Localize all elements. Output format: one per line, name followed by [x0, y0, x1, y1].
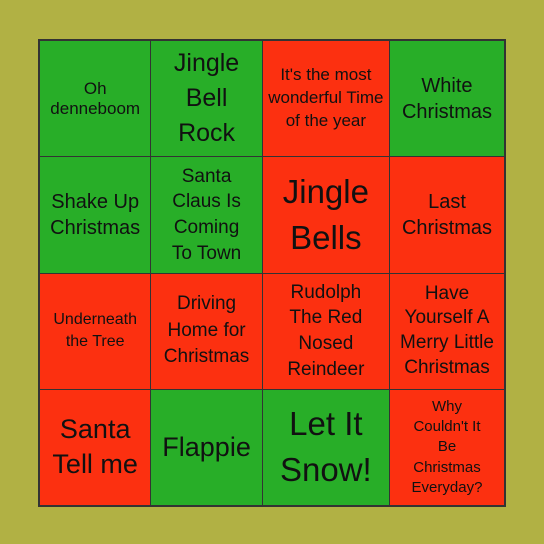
bingo-cell[interactable]: Last Christmas — [389, 157, 504, 273]
bingo-cell[interactable]: Jingle Bell Rock — [151, 41, 262, 157]
bingo-cell[interactable]: Rudolph The Red Nosed Reindeer — [262, 273, 389, 389]
bingo-cell[interactable]: Have Yourself A Merry Little Christmas — [389, 273, 504, 389]
bingo-cell[interactable]: Why Couldn't It Be Christmas Everyday? — [389, 389, 504, 505]
bingo-cell[interactable]: It's the most wonderful Time of the year — [262, 41, 389, 157]
bingo-cell[interactable]: Jingle Bells — [262, 157, 389, 273]
bingo-cell[interactable]: White Christmas — [389, 41, 504, 157]
bingo-cell[interactable]: Oh denneboom — [40, 41, 151, 157]
bingo-cell[interactable]: Santa Tell me — [40, 389, 151, 505]
bingo-board: Oh denneboom Jingle Bell Rock It's the m… — [38, 39, 506, 507]
bingo-cell[interactable]: Let It Snow! — [262, 389, 389, 505]
bingo-cell[interactable]: Flappie — [151, 389, 262, 505]
bingo-cell[interactable]: Shake Up Christmas — [40, 157, 151, 273]
bingo-cell[interactable]: Underneath the Tree — [40, 273, 151, 389]
bingo-cell[interactable]: Santa Claus Is Coming To Town — [151, 157, 262, 273]
bingo-cell[interactable]: Driving Home for Christmas — [151, 273, 262, 389]
